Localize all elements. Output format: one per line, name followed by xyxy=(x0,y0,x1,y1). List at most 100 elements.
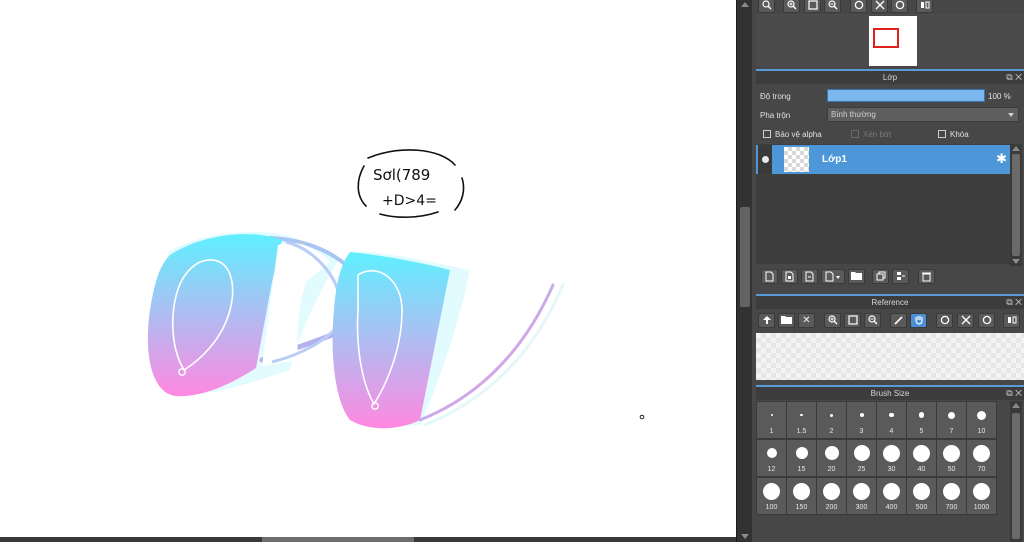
rotate-right-icon[interactable] xyxy=(891,0,908,13)
close-icon[interactable]: ✕ xyxy=(1015,72,1022,82)
brush-size-preview-icon xyxy=(889,412,894,418)
blend-mode-value: Bình thường xyxy=(831,110,876,119)
popout-icon[interactable]: ⧉ xyxy=(1006,388,1012,398)
brush-size-2[interactable]: 2 xyxy=(817,402,846,438)
navigator-thumbnail[interactable] xyxy=(869,16,917,66)
brush-size-preview-icon xyxy=(853,482,870,500)
brush-size-3[interactable]: 3 xyxy=(847,402,876,438)
delete-icon[interactable] xyxy=(918,269,935,284)
opacity-slider[interactable] xyxy=(827,89,985,102)
close-icon[interactable]: ✕ xyxy=(1015,297,1022,307)
brush-size-100[interactable]: 100 xyxy=(757,478,786,514)
canvas-vertical-scrollbar[interactable] xyxy=(736,0,752,542)
popout-icon[interactable]: ⧉ xyxy=(1006,72,1012,82)
scroll-down-arrow-icon[interactable] xyxy=(1012,259,1020,264)
brush-size-40[interactable]: 40 xyxy=(907,440,936,476)
scroll-thumb[interactable] xyxy=(262,537,414,542)
brush-size-10[interactable]: 10 xyxy=(967,402,996,438)
brush-size-1.5[interactable]: 1.5 xyxy=(787,402,816,438)
scroll-thumb[interactable] xyxy=(1012,154,1020,256)
navigator-view-frame[interactable] xyxy=(873,28,899,48)
brush-size-preview-icon xyxy=(973,482,990,500)
brush-size-200[interactable]: 200 xyxy=(817,478,846,514)
brush-size-25[interactable]: 25 xyxy=(847,440,876,476)
upload-icon[interactable] xyxy=(758,313,775,328)
flip-icon[interactable] xyxy=(1003,313,1020,328)
zoom-in-icon[interactable] xyxy=(824,313,841,328)
brush-size-12[interactable]: 12 xyxy=(757,440,786,476)
eyedropper-icon[interactable] xyxy=(890,313,907,328)
reference-canvas[interactable] xyxy=(756,333,1024,380)
brush-size-preview-icon xyxy=(883,444,900,462)
fit-window-icon[interactable] xyxy=(844,313,861,328)
brush-size-label: 300 xyxy=(855,504,868,511)
brush-size-1[interactable]: 1 xyxy=(757,402,786,438)
fit-window-icon[interactable] xyxy=(804,0,821,13)
rotate-left-icon[interactable] xyxy=(936,313,953,328)
popout-icon[interactable]: ⧉ xyxy=(1006,297,1012,307)
flip-icon[interactable] xyxy=(916,0,933,13)
hand-icon[interactable] xyxy=(910,313,927,328)
folder-icon[interactable] xyxy=(848,269,865,284)
brush-size-20[interactable]: 20 xyxy=(817,440,846,476)
brush-size-preview-icon xyxy=(918,412,925,418)
brush-size-150[interactable]: 150 xyxy=(787,478,816,514)
navigator-preview[interactable] xyxy=(756,14,1024,66)
brush-size-4[interactable]: 4 xyxy=(877,402,906,438)
add-layer-menu-icon[interactable] xyxy=(821,269,845,284)
zoom-in-icon[interactable] xyxy=(758,0,775,13)
new-layer-8bit-icon[interactable] xyxy=(781,269,798,284)
protect-alpha-checkbox[interactable] xyxy=(763,130,771,138)
brush-size-500[interactable]: 500 xyxy=(907,478,936,514)
zoom-out-icon[interactable] xyxy=(864,313,881,328)
brush-size-scrollbar[interactable] xyxy=(1010,401,1022,542)
brush-size-15[interactable]: 15 xyxy=(787,440,816,476)
brush-size-700[interactable]: 700 xyxy=(937,478,966,514)
canvas-horizontal-scrollbar[interactable] xyxy=(0,537,736,542)
scroll-up-arrow-icon[interactable] xyxy=(1012,403,1020,408)
scroll-thumb[interactable] xyxy=(740,207,750,307)
brush-size-label: 700 xyxy=(945,504,958,511)
scroll-thumb[interactable] xyxy=(1012,413,1020,539)
open-folder-icon[interactable] xyxy=(778,313,795,328)
layer-row[interactable]: Lớp1 ✱ xyxy=(756,145,1010,174)
clipping-checkbox[interactable] xyxy=(851,130,859,138)
brush-size-300[interactable]: 300 xyxy=(847,478,876,514)
layer-panel-title: Lớp xyxy=(882,73,898,82)
brush-size-preview-icon xyxy=(943,482,960,500)
brush-size-1000[interactable]: 1000 xyxy=(967,478,996,514)
brush-size-preview-icon xyxy=(823,482,840,500)
lock-checkbox[interactable] xyxy=(938,130,946,138)
scroll-up-arrow-icon[interactable] xyxy=(741,2,749,7)
brush-size-preview-icon xyxy=(800,413,803,417)
merge-icon[interactable] xyxy=(892,269,909,284)
new-layer-icon[interactable] xyxy=(761,269,778,284)
close-icon[interactable]: ✕ xyxy=(1015,388,1022,398)
zoom-out-icon[interactable] xyxy=(824,0,841,13)
brush-size-30[interactable]: 30 xyxy=(877,440,906,476)
blend-mode-select[interactable]: Bình thường xyxy=(827,107,1019,122)
new-layer-1bit-icon[interactable] xyxy=(801,269,818,284)
gear-icon[interactable]: ✱ xyxy=(996,152,1007,166)
layer-visibility-toggle[interactable] xyxy=(758,145,772,174)
brush-size-70[interactable]: 70 xyxy=(967,440,996,476)
fit-icon[interactable] xyxy=(957,313,974,328)
duplicate-icon[interactable] xyxy=(872,269,889,284)
brush-size-7[interactable]: 7 xyxy=(937,402,966,438)
brush-size-5[interactable]: 5 xyxy=(907,402,936,438)
brush-size-label: 1.5 xyxy=(796,428,807,435)
brush-size-400[interactable]: 400 xyxy=(877,478,906,514)
rotate-left-icon[interactable] xyxy=(850,0,867,13)
zoom-in-plus-icon[interactable] xyxy=(783,0,800,13)
brush-size-50[interactable]: 50 xyxy=(937,440,966,476)
brush-size-label: 30 xyxy=(887,466,896,473)
brush-size-preview-icon xyxy=(830,413,833,417)
scroll-down-arrow-icon[interactable] xyxy=(741,534,749,539)
fit-icon[interactable] xyxy=(871,0,888,13)
drawing-canvas[interactable]: Sơl(789 +D>4= xyxy=(0,0,736,537)
scroll-up-arrow-icon[interactable] xyxy=(1012,146,1020,151)
layer-list-scrollbar[interactable] xyxy=(1010,144,1022,266)
rotate-right-icon[interactable] xyxy=(978,313,995,328)
close-icon[interactable]: ✕ xyxy=(798,313,815,328)
brush-size-preview-icon xyxy=(824,446,839,460)
